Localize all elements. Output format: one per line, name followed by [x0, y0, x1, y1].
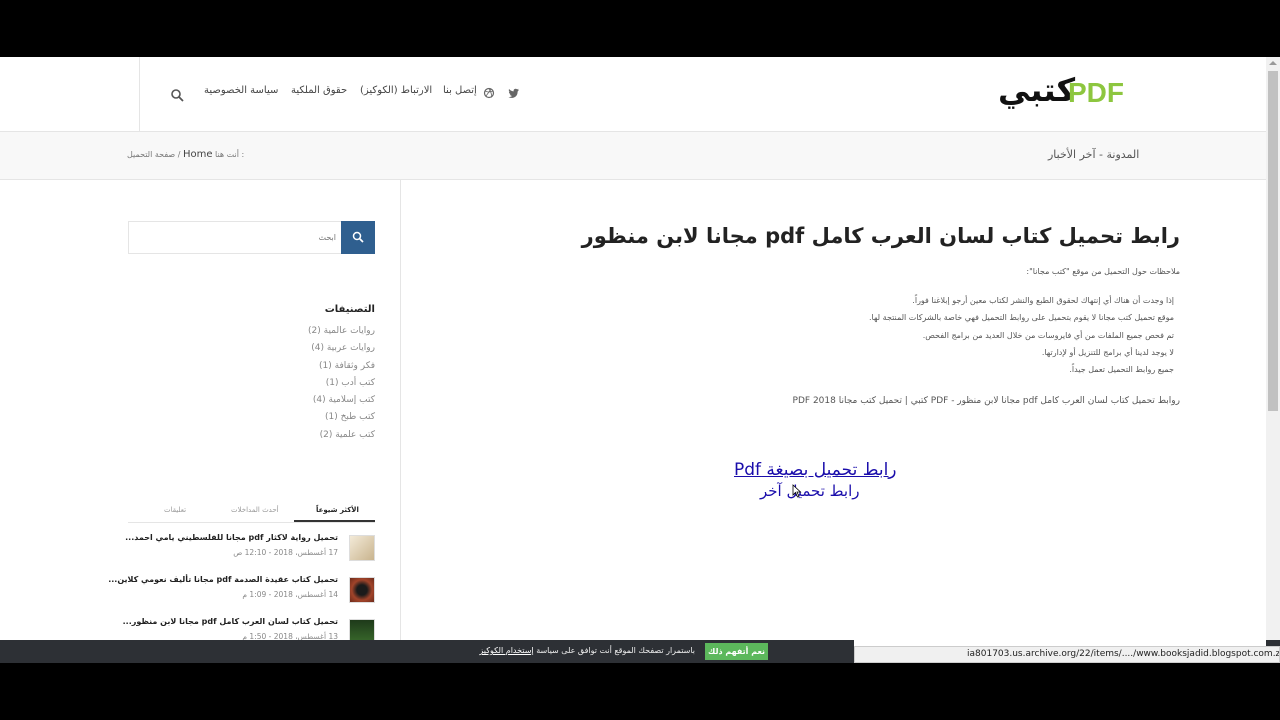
note-item: لا يوجد لدينا أي برامج للتنزيل أو لإدارت…: [1041, 347, 1174, 357]
category-item[interactable]: روايات عالمية (2): [308, 323, 375, 340]
search-icon: [352, 231, 364, 243]
section-title: المدونة - آخر الأخبار: [1048, 148, 1140, 161]
post-title[interactable]: تحميل كتاب عقيدة الصدمة pdf مجانا تأليف …: [108, 575, 338, 584]
browser-viewport: كتبي PDF سياسة الخصوصية حقوق الملكية الا…: [0, 57, 1280, 663]
category-item[interactable]: كتب إسلامية (4): [308, 392, 375, 409]
content-divider: [400, 180, 401, 663]
search-button[interactable]: [341, 221, 375, 254]
article-description: روابط تحميل كتاب لسان العرب كامل pdf مجا…: [792, 396, 1180, 406]
other-download-link[interactable]: رابط تحميل آخر: [760, 482, 860, 500]
tab-comments[interactable]: تعليقات: [164, 506, 186, 514]
mouse-cursor-icon: [792, 484, 802, 498]
note-item: إذا وجدت أن هناك أي إنتهاك لحقوق الطبع و…: [912, 296, 1174, 305]
category-item[interactable]: كتب أدب (1): [308, 375, 375, 392]
list-item[interactable]: تحميل كتاب عقيدة الصدمة pdf مجانا تأليف …: [108, 575, 375, 611]
cookie-message: باستمرار تصفحك الموقع أنت توافق على سياس…: [479, 646, 695, 655]
category-item[interactable]: فكر وثقافة (1): [308, 358, 375, 375]
article-title: رابط تحميل كتاب لسان العرب كامل pdf مجان…: [581, 224, 1180, 248]
list-item[interactable]: تحميل رواية لاكثار pdf مجانا للفلسطيني ي…: [125, 533, 375, 569]
post-thumbnail[interactable]: [349, 535, 375, 561]
cookie-message-text: باستمرار تصفحك الموقع أنت توافق على سياس…: [536, 646, 695, 655]
post-title[interactable]: تحميل كتاب لسان العرب كامل pdf مجانا لاب…: [123, 617, 338, 626]
categories-list: روايات عالمية (2) روايات عربية (4) فكر و…: [308, 323, 375, 444]
site-logo[interactable]: كتبي PDF: [998, 71, 1133, 117]
cookie-accept-button[interactable]: نعم أتفهم ذلك: [705, 643, 768, 660]
cookie-bar: نعم أتفهم ذلك باستمرار تصفحك الموقع أنت …: [0, 640, 854, 663]
note-item: موقع تحميل كتب مجانا لا يقوم بتحميل على …: [869, 313, 1174, 323]
nav-cookies[interactable]: الارتباط (الكوكيز): [360, 85, 432, 105]
nav-contact[interactable]: إتصل بنا: [443, 85, 477, 105]
nav-copyright[interactable]: حقوق الملكية: [291, 85, 347, 105]
categories-title: التصنيفات: [324, 304, 375, 315]
category-item[interactable]: كتب طبخ (1): [308, 409, 375, 426]
search-icon[interactable]: [170, 88, 184, 102]
active-tab-indicator: [294, 520, 375, 522]
twitter-icon[interactable]: [508, 87, 520, 99]
note-item: تم فحص جميع الملفات من أي فايروسات من خل…: [922, 330, 1174, 340]
logo-pdf: PDF: [1068, 77, 1124, 108]
status-url: ia801703.us.archive.org/22/items/..../ww…: [854, 646, 1280, 663]
breadcrumb: صفحة التحميل / Home أنت هنا :: [127, 149, 244, 160]
nav-privacy[interactable]: سياسة الخصوصية: [204, 85, 278, 105]
post-thumbnail[interactable]: [349, 577, 375, 603]
pdf-download-link[interactable]: رابط تحميل بصيغة Pdf: [734, 460, 897, 480]
category-item[interactable]: روايات عربية (4): [308, 340, 375, 357]
search-input[interactable]: [129, 222, 342, 253]
header-divider: [139, 57, 140, 132]
notes-heading: ملاحظات حول التحميل من موقع "كتب مجانا":: [1026, 267, 1180, 276]
cookie-policy-link[interactable]: إستخدام الكوكيز: [479, 646, 533, 655]
breadcrumb-current: صفحة التحميل: [127, 150, 176, 159]
scrollbar-thumb[interactable]: [1268, 71, 1278, 411]
tab-recent[interactable]: أحدث المداخلات: [231, 506, 279, 514]
category-item[interactable]: كتب علمية (2): [308, 427, 375, 444]
note-item: جميع روابط التحميل تعمل جيداً.: [1069, 365, 1174, 375]
breadcrumb-you-are-here: أنت هنا :: [215, 150, 245, 159]
breadcrumb-bar: المدونة - آخر الأخبار صفحة التحميل / Hom…: [0, 132, 1266, 180]
post-date: 14 أغسطس، 2018 - 1:09 م: [242, 590, 338, 599]
site-header: كتبي PDF سياسة الخصوصية حقوق الملكية الا…: [0, 57, 1266, 132]
post-date: 17 أغسطس، 2018 - 12:10 ص: [233, 548, 338, 557]
notes-list: إذا وجدت أن هناك أي إنتهاك لحقوق الطبع و…: [869, 292, 1174, 378]
breadcrumb-home[interactable]: Home: [183, 149, 213, 160]
tab-popular[interactable]: الأكثر شيوعاً: [316, 506, 359, 514]
post-title[interactable]: تحميل رواية لاكثار pdf مجانا للفلسطيني ي…: [125, 533, 338, 542]
logo-text: كتبي: [998, 71, 1076, 109]
dribbble-icon[interactable]: [483, 87, 495, 99]
sidebar-search: [128, 221, 375, 254]
scroll-up-arrow-icon[interactable]: [1269, 61, 1277, 65]
breadcrumb-separator: /: [177, 150, 181, 159]
page-scrollbar[interactable]: [1266, 57, 1280, 663]
